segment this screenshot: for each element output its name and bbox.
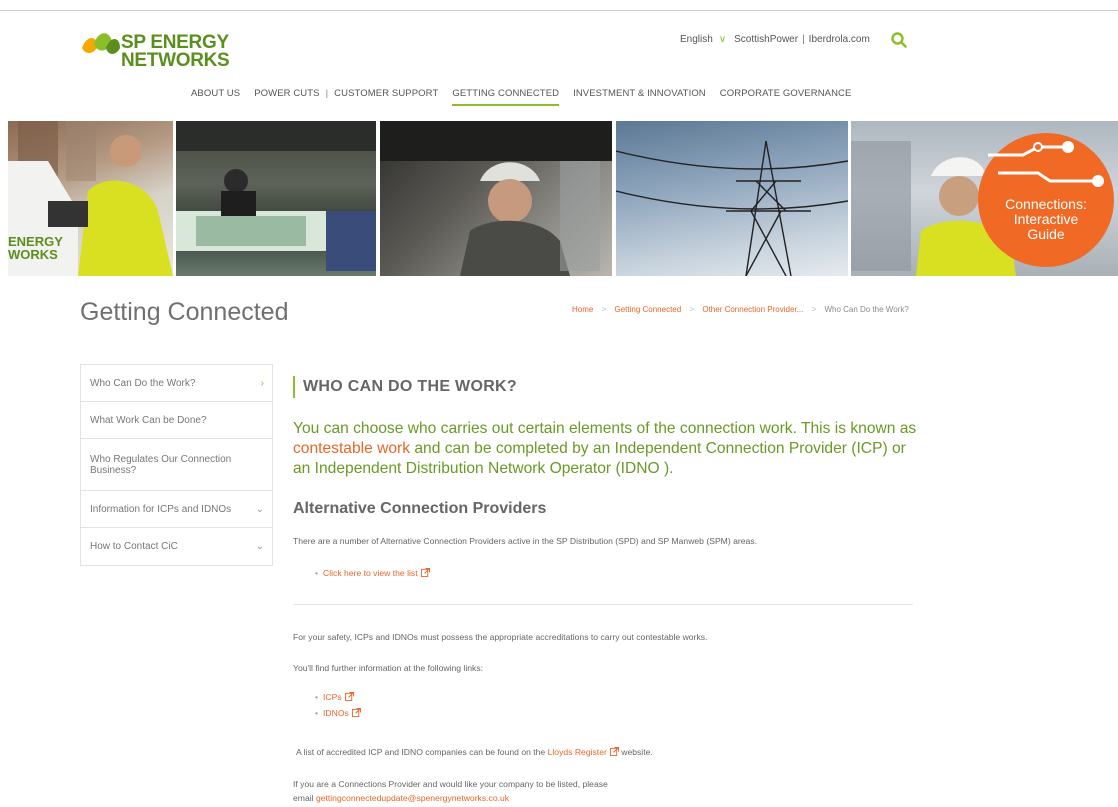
sidebar-item-who-regulates[interactable]: Who Regulates Our Connection Business?	[81, 439, 272, 491]
breadcrumb-current: Who Can Do the Work?	[824, 305, 909, 314]
sidebar-item-info-icps-idnos[interactable]: Information for ICPs and IDNOs ⌄	[81, 491, 272, 528]
hero-banner: ENERGY WORKS	[8, 121, 1118, 276]
banner-image-worker-helmet	[380, 121, 612, 276]
idnos-link[interactable]: IDNOs	[323, 708, 349, 718]
breadcrumb-getting-connected[interactable]: Getting Connected	[614, 305, 681, 314]
logo-line-2: NETWORKS	[121, 50, 230, 71]
breadcrumb-home[interactable]: Home	[572, 305, 593, 314]
external-link-icon	[609, 747, 619, 756]
logo-text: SP ENERGY NETWORKS	[121, 33, 230, 71]
page-title: Getting Connected	[80, 298, 289, 326]
banner-image-pylon	[616, 121, 848, 276]
sidebar-item-contact-cic[interactable]: How to Contact CiC ⌄	[81, 528, 272, 565]
nav-investment-innovation[interactable]: INVESTMENT & INNOVATION	[573, 88, 706, 106]
lloyds-paragraph: A list of accredited ICP and IDNO compan…	[296, 747, 653, 757]
list-item: • Click here to view the list	[315, 568, 430, 578]
nav-about-us[interactable]: ABOUT US	[191, 88, 240, 106]
sidebar-menu: Who Can Do the Work? › What Work Can be …	[80, 364, 273, 566]
lloyds-text-pre: A list of accredited ICP and IDNO compan…	[296, 747, 546, 757]
listing-paragraph: If you are a Connections Provider and wo…	[293, 779, 608, 789]
email-prefix: email	[293, 793, 314, 803]
main-navigation: ABOUT US POWER CUTS | CUSTOMER SUPPORT G…	[191, 88, 865, 106]
contestable-work-link[interactable]: contestable work	[293, 440, 410, 457]
top-border	[0, 10, 1118, 11]
chevron-down-icon[interactable]: ∨	[719, 34, 726, 45]
top-links: English ∨ ScottishPower | Iberdrola.com	[680, 34, 870, 45]
breadcrumb-separator: >	[811, 305, 817, 314]
sidebar-item-label: Who Regulates Our Connection Business?	[90, 453, 232, 476]
nav-customer-support[interactable]: CUSTOMER SUPPORT	[334, 88, 438, 106]
bullet: •	[315, 692, 319, 702]
safety-paragraph: For your safety, ICPs and IDNOs must pos…	[293, 632, 708, 642]
breadcrumb-other-providers[interactable]: Other Connection Provider...	[702, 305, 803, 314]
bullet: •	[315, 708, 319, 718]
further-info-paragraph: You'll find further information at the f…	[293, 663, 484, 673]
search-icon[interactable]	[890, 31, 908, 49]
nav-separator: |	[325, 88, 329, 99]
breadcrumb-separator: >	[689, 305, 695, 314]
lloyds-text-post: website.	[618, 747, 653, 757]
content-divider	[293, 604, 913, 605]
sidebar-item-label: Who Can Do the Work?	[90, 377, 196, 389]
intro-text-1: You can choose who carries out certain e…	[293, 420, 917, 437]
nav-power-cuts[interactable]: POWER CUTS	[254, 88, 319, 106]
list-item: • IDNOs	[315, 708, 361, 718]
section-title: WHO CAN DO THE WORK?	[293, 376, 517, 398]
email-link[interactable]: gettingconnectedupdate@spenergynetworks.…	[316, 793, 509, 803]
subheading-alternative-providers: Alternative Connection Providers	[293, 500, 547, 517]
providers-paragraph: There are a number of Alternative Connec…	[293, 536, 757, 546]
chevron-down-icon: ⌄	[255, 541, 264, 552]
chevron-down-icon: ⌄	[255, 503, 264, 515]
external-link-icon	[344, 692, 354, 701]
intro-paragraph: You can choose who carries out certain e…	[293, 419, 917, 479]
sidebar-item-who-can-do-the-work[interactable]: Who Can Do the Work? ›	[81, 365, 272, 402]
banner-image-engineer-laptop: ENERGY WORKS	[8, 121, 173, 276]
lloyds-register-link[interactable]: Lloyds Register	[548, 747, 607, 757]
cta-line-3: Guide	[1027, 226, 1065, 242]
link-scottishpower[interactable]: ScottishPower	[734, 34, 798, 45]
nav-getting-connected[interactable]: GETTING CONNECTED	[452, 88, 560, 106]
sidebar-item-label: How to Contact CiC	[90, 541, 178, 552]
nav-corporate-governance[interactable]: CORPORATE GOVERNANCE	[720, 88, 852, 106]
van-text-2: WORKS	[8, 247, 58, 262]
sidebar-item-label: Information for ICPs and IDNOs	[90, 503, 232, 515]
top-links-separator: |	[802, 34, 805, 45]
language-select[interactable]: English	[680, 34, 713, 45]
external-link-icon	[420, 568, 430, 577]
breadcrumb-separator: >	[601, 305, 607, 314]
list-item: • ICPs	[315, 692, 354, 702]
sidebar-item-label: What Work Can be Done?	[90, 414, 207, 426]
cta-line-1: Connections:	[1005, 196, 1087, 212]
sidebar-item-what-work[interactable]: What Work Can be Done?	[81, 402, 272, 439]
banner-image-control-room	[176, 121, 376, 276]
view-list-link[interactable]: Click here to view the list	[323, 568, 418, 578]
bullet: •	[315, 568, 319, 578]
breadcrumb: Home > Getting Connected > Other Connect…	[572, 305, 909, 314]
external-link-icon	[351, 708, 361, 717]
email-paragraph: email gettingconnectedupdate@spenergynet…	[293, 793, 509, 803]
chevron-right-icon: ›	[260, 377, 264, 389]
link-iberdrola[interactable]: Iberdrola.com	[809, 34, 870, 45]
connections-guide-label[interactable]: Connections: Interactive Guide	[978, 197, 1114, 242]
cta-line-2: Interactive	[1013, 211, 1079, 227]
icps-link[interactable]: ICPs	[323, 692, 342, 702]
